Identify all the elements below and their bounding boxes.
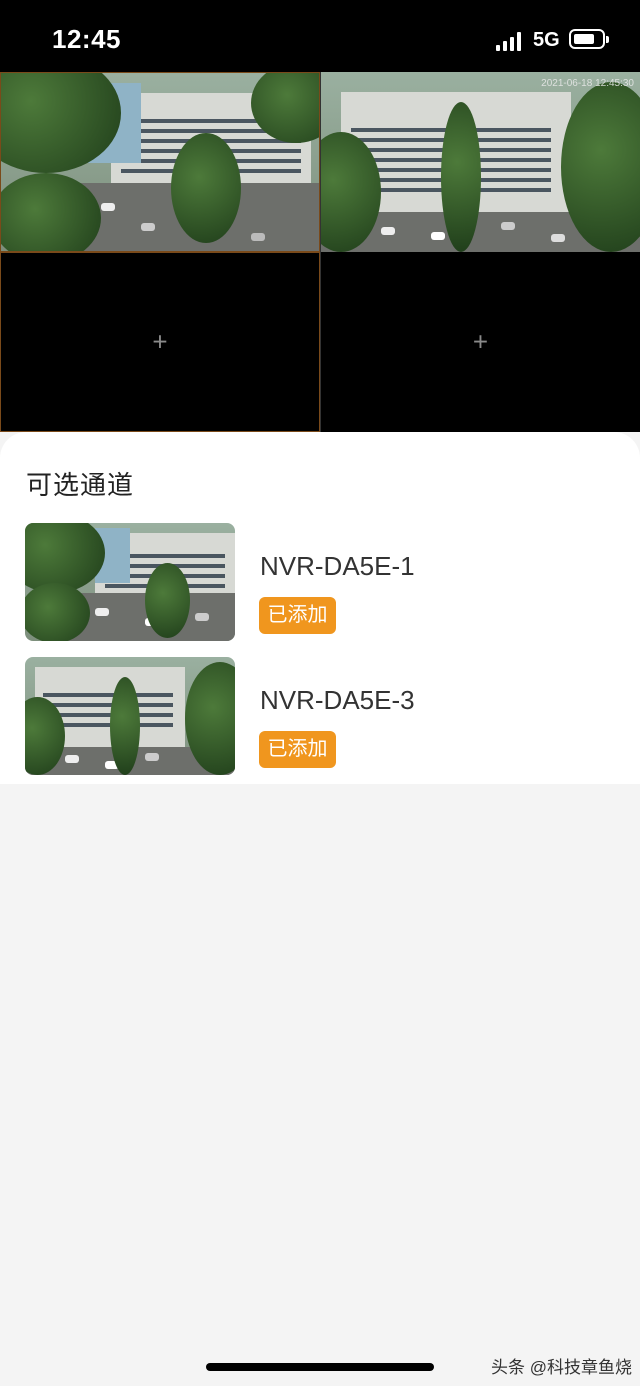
channel-list-item[interactable]: NVR-DA5E-1 已添加 bbox=[0, 523, 640, 643]
camera-feed-image bbox=[1, 73, 319, 251]
network-type: 5G bbox=[533, 29, 560, 51]
channel-thumbnail bbox=[25, 523, 235, 641]
added-status-badge: 已添加 bbox=[259, 731, 336, 768]
watermark: 头条 @科技章鱼烧 bbox=[491, 1358, 632, 1377]
channel-selection-sheet: 可选通道 NVR-DA5E-1 已添加 NVR-DA5E-3 已添加 bbox=[0, 432, 640, 784]
add-camera-icon[interactable]: + bbox=[152, 327, 167, 358]
status-bar: 12:45 5G bbox=[0, 0, 640, 72]
camera-view-2[interactable]: 2021-06-18 12:45:30 bbox=[320, 72, 640, 252]
camera-feed-image bbox=[321, 72, 640, 252]
battery-icon bbox=[569, 29, 609, 49]
status-time: 12:45 bbox=[52, 24, 121, 54]
cellular-signal-icon bbox=[496, 31, 524, 51]
home-indicator[interactable] bbox=[206, 1363, 434, 1371]
empty-camera-slot-3[interactable]: + bbox=[0, 252, 320, 432]
channel-thumbnail bbox=[25, 657, 235, 775]
channel-name: NVR-DA5E-1 bbox=[260, 551, 415, 581]
empty-camera-slot-4[interactable]: + bbox=[320, 252, 640, 432]
channel-list-item[interactable]: NVR-DA5E-3 已添加 bbox=[0, 657, 640, 777]
channel-name: NVR-DA5E-3 bbox=[260, 685, 415, 715]
camera-timestamp: 2021-06-18 12:45:30 bbox=[541, 78, 634, 89]
add-camera-icon[interactable]: + bbox=[473, 327, 488, 358]
camera-grid: 2021-06-18 12:45:30 + + bbox=[0, 72, 640, 432]
camera-view-1[interactable] bbox=[0, 72, 320, 252]
added-status-badge: 已添加 bbox=[259, 597, 336, 634]
sheet-title: 可选通道 bbox=[26, 470, 135, 500]
